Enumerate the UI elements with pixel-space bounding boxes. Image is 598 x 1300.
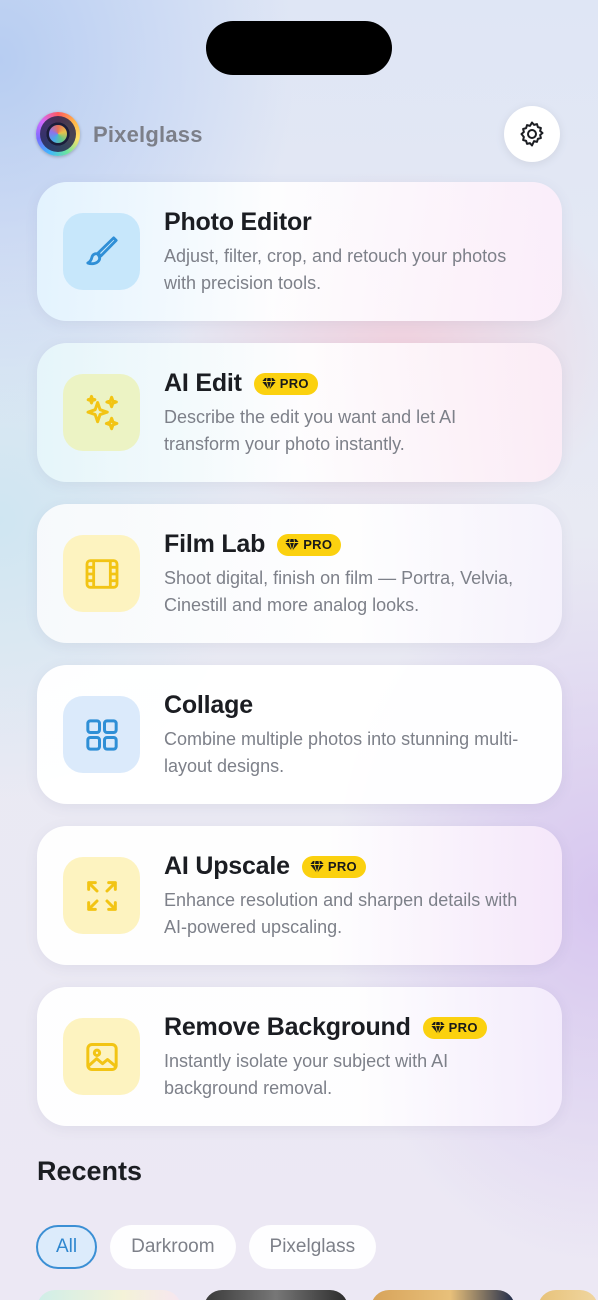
app-header: Pixelglass — [36, 106, 562, 162]
recents-heading: Recents — [37, 1156, 143, 1186]
icon-tile — [63, 857, 140, 934]
pro-badge: PRO — [422, 1016, 487, 1039]
card-description: Enhance resolution and sharpen details w… — [164, 890, 518, 937]
card-description: Adjust, filter, crop, and retouch your p… — [164, 246, 507, 293]
diamond-icon — [309, 860, 324, 873]
brush-icon — [85, 235, 118, 265]
card-title: Remove Background — [164, 1013, 411, 1041]
filter-chip-all[interactable]: All — [36, 1225, 98, 1269]
filter-chip-pixelglass[interactable]: Pixelglass — [248, 1225, 377, 1269]
recents-filter-chips: All Darkroom Pixelglass — [36, 1225, 377, 1269]
icon-tile — [63, 1018, 140, 1095]
film-icon — [85, 558, 118, 589]
icon-tile — [63, 213, 140, 290]
filter-chip-darkroom[interactable]: Darkroom — [110, 1225, 236, 1269]
pro-badge: PRO — [253, 372, 318, 395]
image-icon — [85, 1042, 118, 1071]
feature-card-remove-background[interactable]: Remove Background PRO Instantly isolate … — [37, 987, 562, 1126]
card-title: AI Edit — [164, 369, 242, 397]
pro-badge-label: PRO — [279, 376, 309, 391]
icon-tile — [63, 374, 140, 451]
expand-icon — [86, 880, 117, 911]
pro-badge: PRO — [301, 855, 366, 878]
recent-thumbnail[interactable] — [371, 1290, 515, 1300]
feature-card-photo-editor[interactable]: Photo Editor Adjust, filter, crop, and r… — [37, 182, 562, 321]
pro-badge: PRO — [277, 533, 342, 556]
recent-thumbnail[interactable] — [538, 1290, 598, 1300]
card-description: Shoot digital, finish on film — Portra, … — [164, 568, 514, 615]
card-title: Collage — [164, 691, 253, 719]
gear-icon — [520, 121, 544, 147]
card-title: Photo Editor — [164, 208, 312, 236]
diamond-icon — [261, 377, 276, 390]
feature-card-collage[interactable]: Collage Combine multiple photos into stu… — [37, 665, 562, 804]
settings-button[interactable] — [504, 106, 560, 162]
pro-badge-label: PRO — [327, 859, 357, 874]
sparkles-icon — [86, 394, 118, 430]
feature-card-ai-upscale[interactable]: AI Upscale PRO Enhance resolution and sh… — [37, 826, 562, 965]
app-logo — [36, 112, 80, 156]
recents-thumbnail-strip — [37, 1290, 598, 1300]
card-title: Film Lab — [164, 530, 266, 558]
grid-icon — [85, 718, 118, 751]
card-title: AI Upscale — [164, 852, 290, 880]
card-description: Instantly isolate your subject with AI b… — [164, 1051, 449, 1098]
diamond-icon — [285, 538, 300, 551]
app-title: Pixelglass — [93, 122, 203, 147]
recent-thumbnail[interactable] — [37, 1290, 181, 1300]
pro-badge-label: PRO — [448, 1020, 478, 1035]
dynamic-island — [206, 21, 392, 75]
card-description: Describe the edit you want and let AI tr… — [164, 407, 457, 454]
card-description: Combine multiple photos into stunning mu… — [164, 729, 519, 776]
icon-tile — [63, 535, 140, 612]
recent-thumbnail[interactable] — [204, 1290, 348, 1300]
diamond-icon — [430, 1021, 445, 1034]
feature-card-ai-edit[interactable]: AI Edit PRO Describe the edit you want a… — [37, 343, 562, 482]
icon-tile — [63, 696, 140, 773]
feature-card-film-lab[interactable]: Film Lab PRO Shoot digital, finish on fi… — [37, 504, 562, 643]
pro-badge-label: PRO — [303, 537, 333, 552]
